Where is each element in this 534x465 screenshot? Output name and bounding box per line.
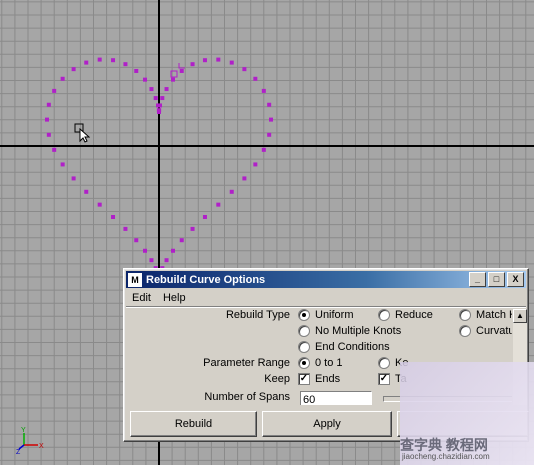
- curve-cv-point[interactable]: [261, 147, 266, 152]
- curve-cv-point[interactable]: [97, 57, 102, 62]
- curve-cv-point[interactable]: [269, 117, 273, 122]
- radio-no-multiple-knots[interactable]: No Multiple Knots: [298, 325, 401, 337]
- radio-end-conditions-label: End Conditions: [315, 341, 390, 353]
- radio-no-multiple-knots-label: No Multiple Knots: [315, 325, 402, 337]
- curve-cv-point[interactable]: [153, 96, 158, 101]
- check-mark-icon: ✓: [378, 373, 390, 385]
- watermark-url: jiaocheng.chazidian.com: [402, 452, 490, 461]
- radio-indicator: [459, 309, 471, 321]
- radio-uniform[interactable]: Uniform: [298, 309, 354, 321]
- curve-direction-marker: [178, 63, 185, 69]
- curve-cv-point[interactable]: [242, 67, 247, 72]
- maximize-button[interactable]: □: [488, 272, 505, 287]
- radio-indicator: [298, 341, 310, 353]
- radio-0-to-1[interactable]: 0 to 1: [298, 357, 343, 369]
- rebuild-button[interactable]: Rebuild: [130, 411, 257, 437]
- curve-cv-point[interactable]: [84, 60, 89, 65]
- curve-cv-point[interactable]: [71, 176, 76, 181]
- curve-cv-point[interactable]: [156, 108, 161, 113]
- number-of-spans-label: Number of Spans: [204, 391, 290, 403]
- radio-indicator: [459, 325, 471, 337]
- menu-separator: [126, 306, 526, 308]
- curve-cv-point[interactable]: [123, 62, 128, 67]
- radio-reduce[interactable]: Reduce: [378, 309, 433, 321]
- curve-cv-point[interactable]: [229, 60, 234, 65]
- axis-z-label: Z: [16, 449, 21, 455]
- radio-uniform-label: Uniform: [315, 309, 354, 321]
- curve-cv-point[interactable]: [202, 215, 207, 220]
- curve-cv-point[interactable]: [149, 258, 154, 263]
- curve-cv-point[interactable]: [143, 248, 147, 253]
- curve-cv-point[interactable]: [267, 102, 272, 107]
- radio-indicator: [378, 309, 390, 321]
- select-cursor-icon: [74, 123, 90, 143]
- curve-cv-point[interactable]: [84, 189, 89, 194]
- dialog-titlebar[interactable]: M Rebuild Curve Options _ □ X: [126, 271, 526, 288]
- parameter-range-label: Parameter Range: [203, 357, 290, 369]
- curve-start-marker: [170, 70, 178, 78]
- radio-indicator: [298, 325, 310, 337]
- maya-app-icon: M: [128, 272, 142, 287]
- axis-x-label: X: [39, 443, 44, 450]
- curve-cv-point[interactable]: [242, 176, 247, 181]
- curve-cv-point[interactable]: [46, 102, 51, 107]
- number-of-spans-field[interactable]: 60: [300, 391, 372, 405]
- rebuild-type-label: Rebuild Type: [225, 309, 290, 321]
- curve-cv-point[interactable]: [202, 58, 207, 63]
- curve-cv-point[interactable]: [111, 58, 116, 63]
- curve-cv-point[interactable]: [45, 117, 49, 122]
- curve-cv-point[interactable]: [164, 258, 169, 263]
- curve-cv-point[interactable]: [179, 238, 184, 243]
- curve-cv-point[interactable]: [134, 68, 139, 73]
- radio-indicator: [298, 357, 310, 369]
- curve-cv-point[interactable]: [123, 226, 128, 231]
- curve-cv-point[interactable]: [216, 202, 221, 207]
- curve-cv-point[interactable]: [267, 132, 272, 137]
- curve-cv-point[interactable]: [46, 132, 51, 137]
- curve-cv-point[interactable]: [164, 87, 169, 92]
- curve-cv-point[interactable]: [171, 77, 175, 82]
- check-mark-icon: ✓: [298, 373, 310, 385]
- curve-cv-point[interactable]: [71, 67, 76, 72]
- menu-help[interactable]: Help: [157, 292, 192, 304]
- menu-edit[interactable]: Edit: [126, 292, 157, 304]
- curve-cv-point[interactable]: [97, 202, 102, 207]
- curve-cv-point[interactable]: [160, 96, 165, 101]
- checkbox-ends[interactable]: ✓ Ends: [298, 373, 340, 385]
- radio-0-to-1-label: 0 to 1: [315, 357, 343, 369]
- curve-cv-point[interactable]: [261, 88, 266, 93]
- curve-cv-point[interactable]: [190, 226, 195, 231]
- curve-cv-point[interactable]: [149, 87, 154, 92]
- curve-cv-point[interactable]: [253, 76, 258, 81]
- radio-reduce-label: Reduce: [395, 309, 433, 321]
- minimize-button[interactable]: _: [469, 272, 486, 287]
- dialog-menubar: Edit Help: [126, 289, 526, 306]
- curve-cv-point[interactable]: [155, 103, 160, 108]
- scroll-up-arrow-icon[interactable]: ▲: [513, 309, 527, 323]
- keep-label: Keep: [264, 373, 290, 385]
- curve-cv-point[interactable]: [60, 76, 65, 81]
- curve-cv-point[interactable]: [179, 68, 184, 73]
- dialog-title: Rebuild Curve Options: [146, 273, 266, 286]
- curve-cv-point[interactable]: [111, 215, 116, 220]
- curve-cv-point[interactable]: [52, 147, 57, 152]
- curve-cv-point[interactable]: [134, 238, 139, 243]
- radio-indicator: [378, 357, 390, 369]
- curve-cv-point[interactable]: [229, 189, 234, 194]
- curve-cv-point[interactable]: [216, 57, 221, 62]
- curve-cv-point[interactable]: [52, 88, 57, 93]
- apply-button[interactable]: Apply: [262, 411, 392, 437]
- radio-indicator: [298, 309, 310, 321]
- checkbox-ends-label: Ends: [315, 373, 341, 385]
- curve-cv-point[interactable]: [60, 162, 65, 167]
- axis-y-label: Y: [21, 427, 26, 434]
- close-button[interactable]: X: [507, 272, 524, 287]
- curve-cv-point[interactable]: [143, 77, 147, 82]
- axis-gizmo-icon: Y Z X: [14, 425, 54, 455]
- curve-cv-point[interactable]: [190, 62, 195, 67]
- curve-cv-point[interactable]: [253, 162, 258, 167]
- curve-cv-point[interactable]: [171, 248, 175, 253]
- radio-end-conditions[interactable]: End Conditions: [298, 341, 390, 353]
